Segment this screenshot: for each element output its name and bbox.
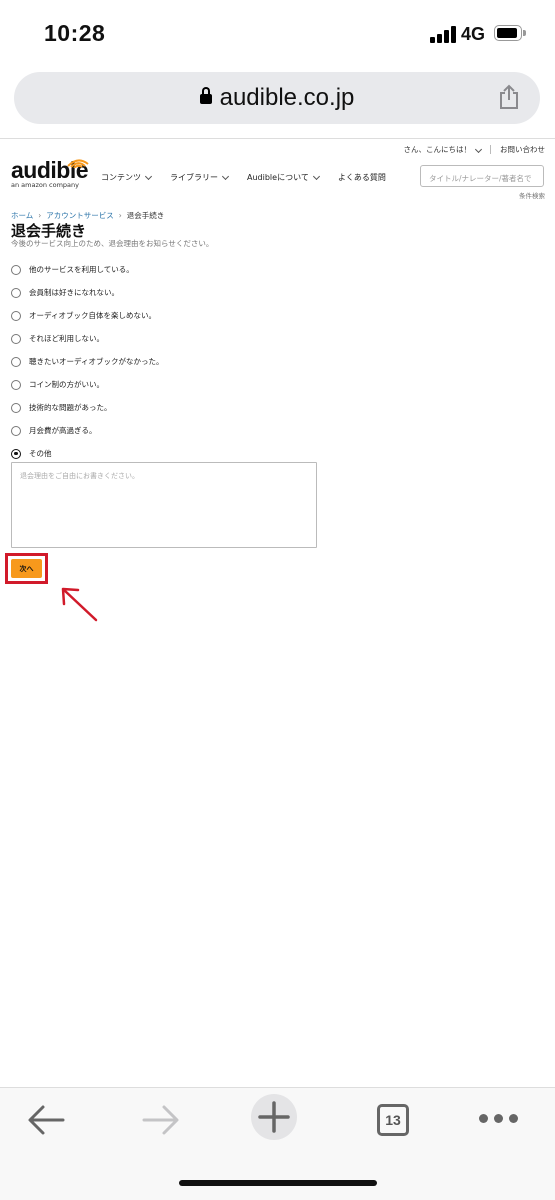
breadcrumb-separator: › [118,211,122,220]
nav-label: ライブラリー [170,173,218,182]
reason-option-coin[interactable]: コイン制の方がいい。 [11,373,163,396]
nav-label: よくある質問 [337,173,386,182]
option-label: コイン制の方がいい。 [29,380,104,389]
lock-icon [199,87,212,106]
radio-button[interactable] [11,402,21,413]
reason-option-not-enjoy[interactable]: オーディオブック自体を楽しめない。 [11,304,163,327]
red-arrow-icon [61,587,98,622]
status-bar: 10:28 4G [0,0,555,70]
greeting-menu[interactable]: さん、こんにちは！ [403,144,483,155]
back-arrow-icon[interactable] [26,1104,66,1136]
status-time: 10:28 [44,20,106,46]
option-label: それほど利用しない。 [29,334,104,343]
page-divider [0,138,555,139]
nav-about[interactable]: Audibleについて [247,172,320,183]
page-subtitle: 今後のサービス向上のため、退会理由をお知らせください。 [11,239,214,248]
radio-button[interactable] [11,379,21,390]
option-label: 聴きたいオーディオブックがなかった。 [29,357,164,366]
cancel-reason-options: 他のサービスを利用している。 会員制は好きになれない。 オーディオブック自体を楽… [11,258,163,465]
address-bar[interactable]: audible.co.jp [14,72,540,124]
divider [490,145,491,154]
radio-button[interactable] [11,264,21,275]
chevron-down-icon [312,172,320,180]
breadcrumb-current: 退会手続き [126,211,165,220]
signal-icon [430,25,456,43]
audible-logo[interactable]: audible an amazon company [11,158,89,189]
breadcrumb-separator: › [38,211,42,220]
reason-option-membership[interactable]: 会員制は好きになれない。 [11,281,163,304]
forward-arrow-icon[interactable] [141,1104,181,1136]
nav-label: Audibleについて [247,173,309,182]
radio-button-selected[interactable] [11,448,21,459]
reason-option-technical[interactable]: 技術的な問題があった。 [11,396,163,419]
chevron-down-icon [221,172,230,180]
new-tab-button[interactable] [251,1094,297,1140]
main-nav: コンテンツ ライブラリー Audibleについて よくある質問 [101,172,405,183]
radio-button[interactable] [11,425,21,436]
nav-label: コンテンツ [101,173,141,182]
reason-textarea-box [11,462,317,548]
reason-textarea[interactable] [12,463,316,547]
nav-library[interactable]: ライブラリー [170,172,230,183]
option-label: オーディオブック自体を楽しめない。 [29,311,156,320]
option-label: 月会費が高過ぎる。 [29,426,97,435]
logo-subtitle: an amazon company [11,181,79,189]
share-icon[interactable] [498,84,520,110]
search-input[interactable] [421,168,543,189]
audible-waves-icon [67,159,89,168]
search-box [420,165,544,189]
contact-link[interactable]: お問い合わせ [500,144,545,155]
battery-icon [494,25,526,42]
home-indicator [179,1180,377,1186]
nav-contents[interactable]: コンテンツ [101,172,153,183]
radio-button[interactable] [11,287,21,298]
radio-button[interactable] [11,356,21,367]
radio-button[interactable] [11,333,21,344]
reason-option-rarely-use[interactable]: それほど利用しない。 [11,327,163,350]
greeting-text: さん、こんにちは！ [403,145,472,154]
radio-button[interactable] [11,310,21,321]
plus-icon [258,1101,290,1133]
tab-count-button[interactable]: 13 [377,1104,409,1136]
reason-option-no-titles[interactable]: 聴きたいオーディオブックがなかった。 [11,350,163,373]
nav-faq[interactable]: よくある質問 [338,172,386,183]
url-text: audible.co.jp [219,84,355,111]
reason-option-price[interactable]: 月会費が高過ぎる。 [11,419,163,442]
reason-option-other-service[interactable]: 他のサービスを利用している。 [11,258,163,281]
network-type: 4G [461,24,486,44]
account-links: さん、こんにちは！ お問い合わせ [403,144,545,155]
option-label: 技術的な問題があった。 [29,403,112,412]
more-options-icon[interactable] [479,1114,519,1126]
option-label: 会員制は好きになれない。 [29,288,119,297]
advanced-search-link[interactable]: 条件検索 [519,190,545,200]
chevron-down-icon [474,145,483,154]
option-label: 他のサービスを利用している。 [29,265,134,274]
chevron-down-icon [144,172,153,180]
option-label: その他 [29,449,52,458]
next-button[interactable]: 次へ [11,559,42,578]
